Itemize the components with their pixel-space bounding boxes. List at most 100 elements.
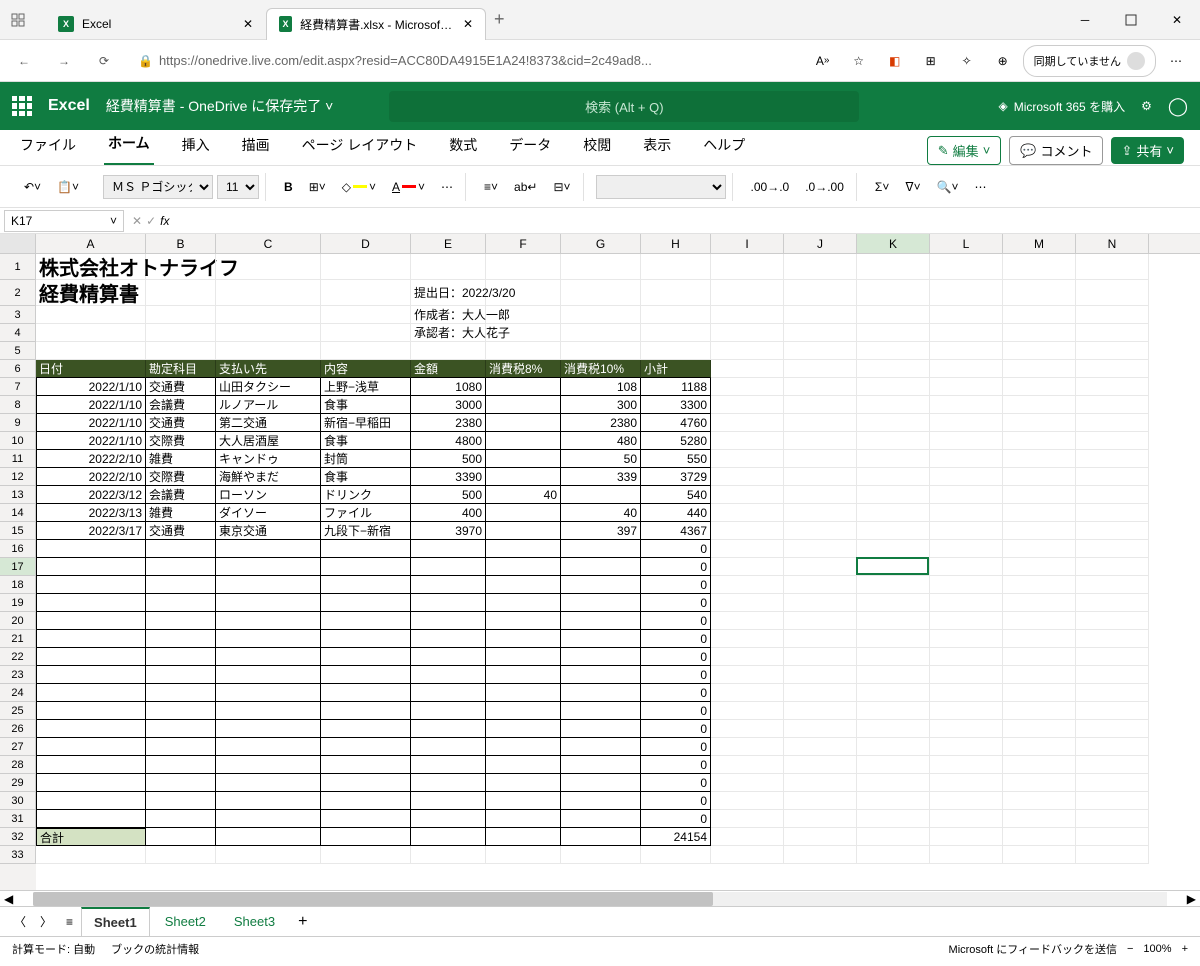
cell[interactable] <box>711 486 784 504</box>
cell[interactable] <box>486 630 561 648</box>
tab-file[interactable]: ファイル <box>16 127 80 165</box>
cell[interactable] <box>784 396 857 414</box>
cell[interactable] <box>641 280 711 306</box>
cell[interactable] <box>784 432 857 450</box>
cell[interactable] <box>711 612 784 630</box>
col-header-G[interactable]: G <box>561 234 641 253</box>
cell[interactable] <box>146 540 216 558</box>
cell[interactable]: 第二交通 <box>216 414 321 432</box>
cell[interactable] <box>857 630 930 648</box>
cell[interactable] <box>216 558 321 576</box>
cell[interactable] <box>486 450 561 468</box>
cell[interactable] <box>711 828 784 846</box>
row-header-3[interactable]: 3 <box>0 306 36 324</box>
cell[interactable] <box>486 720 561 738</box>
cell[interactable]: 2022/1/10 <box>36 432 146 450</box>
cell[interactable]: 金額 <box>411 360 486 378</box>
cell[interactable] <box>857 522 930 540</box>
cell[interactable]: 経費精算書 <box>36 280 146 306</box>
cell[interactable] <box>1076 576 1149 594</box>
cell[interactable]: 540 <box>641 486 711 504</box>
cell[interactable] <box>711 774 784 792</box>
row-header-13[interactable]: 13 <box>0 486 36 504</box>
workbook-stats[interactable]: ブックの統計情報 <box>111 941 199 957</box>
cell[interactable] <box>711 648 784 666</box>
cell[interactable] <box>857 648 930 666</box>
row-header-20[interactable]: 20 <box>0 612 36 630</box>
cell[interactable] <box>1076 540 1149 558</box>
cell[interactable]: 3970 <box>411 522 486 540</box>
cell[interactable] <box>784 468 857 486</box>
cell[interactable] <box>1076 666 1149 684</box>
favorites-bar-icon[interactable]: ✧ <box>951 45 983 77</box>
increase-decimal-button[interactable]: .00→.0 <box>745 176 796 198</box>
cell[interactable] <box>1003 378 1076 396</box>
cell[interactable] <box>1076 648 1149 666</box>
cell[interactable] <box>411 792 486 810</box>
cell[interactable] <box>930 612 1003 630</box>
cell[interactable] <box>784 666 857 684</box>
cell[interactable] <box>1076 324 1149 342</box>
cell[interactable] <box>711 504 784 522</box>
row-header-10[interactable]: 10 <box>0 432 36 450</box>
cell[interactable]: 2022/1/10 <box>36 396 146 414</box>
app-launcher-icon[interactable] <box>12 96 32 116</box>
cell[interactable] <box>216 702 321 720</box>
cell[interactable] <box>146 648 216 666</box>
cell[interactable] <box>486 522 561 540</box>
cell[interactable] <box>1003 280 1076 306</box>
undo-button[interactable]: ↶˅ <box>18 176 47 198</box>
cell[interactable] <box>930 360 1003 378</box>
cell[interactable] <box>1003 432 1076 450</box>
cell[interactable] <box>784 486 857 504</box>
cell[interactable] <box>216 774 321 792</box>
cell[interactable] <box>1076 720 1149 738</box>
cell[interactable]: 300 <box>561 396 641 414</box>
cell[interactable] <box>784 558 857 576</box>
cell[interactable] <box>411 594 486 612</box>
cell[interactable] <box>1076 396 1149 414</box>
cell[interactable] <box>641 324 711 342</box>
cell[interactable] <box>784 612 857 630</box>
cell[interactable] <box>711 756 784 774</box>
cell[interactable] <box>857 378 930 396</box>
cell[interactable] <box>930 576 1003 594</box>
row-header-25[interactable]: 25 <box>0 702 36 720</box>
cell[interactable] <box>321 792 411 810</box>
col-header-B[interactable]: B <box>146 234 216 253</box>
cell[interactable] <box>36 738 146 756</box>
cell[interactable] <box>1003 792 1076 810</box>
cell[interactable] <box>1003 450 1076 468</box>
cell[interactable] <box>711 738 784 756</box>
cell[interactable] <box>36 558 146 576</box>
cell[interactable] <box>1003 522 1076 540</box>
maximize-button[interactable] <box>1108 4 1154 36</box>
col-header-I[interactable]: I <box>711 234 784 253</box>
cell[interactable] <box>486 342 561 360</box>
row-header-31[interactable]: 31 <box>0 810 36 828</box>
cell[interactable] <box>711 540 784 558</box>
cell[interactable] <box>486 666 561 684</box>
back-button[interactable]: ← <box>8 45 40 77</box>
name-box[interactable]: K17˅ <box>4 210 124 232</box>
cell[interactable] <box>146 306 216 324</box>
row-header-2[interactable]: 2 <box>0 280 36 306</box>
cell[interactable] <box>784 360 857 378</box>
cell[interactable] <box>321 576 411 594</box>
cell[interactable]: ドリンク <box>321 486 411 504</box>
cell[interactable]: 0 <box>641 594 711 612</box>
row-header-4[interactable]: 4 <box>0 324 36 342</box>
sheet-nav-next[interactable]: 〉 <box>34 909 58 934</box>
cell[interactable] <box>711 432 784 450</box>
cell[interactable]: 海鮮やまだ <box>216 468 321 486</box>
cell[interactable] <box>36 702 146 720</box>
cell[interactable]: 交通費 <box>146 378 216 396</box>
tab-help[interactable]: ヘルプ <box>699 127 749 165</box>
cell[interactable] <box>561 280 641 306</box>
cell[interactable] <box>36 792 146 810</box>
cell[interactable] <box>1003 648 1076 666</box>
cell[interactable] <box>1076 254 1149 280</box>
more-icon[interactable]: ⋯ <box>1160 45 1192 77</box>
tab-insert[interactable]: 挿入 <box>178 127 214 165</box>
decrease-decimal-button[interactable]: .0→.00 <box>799 176 850 198</box>
